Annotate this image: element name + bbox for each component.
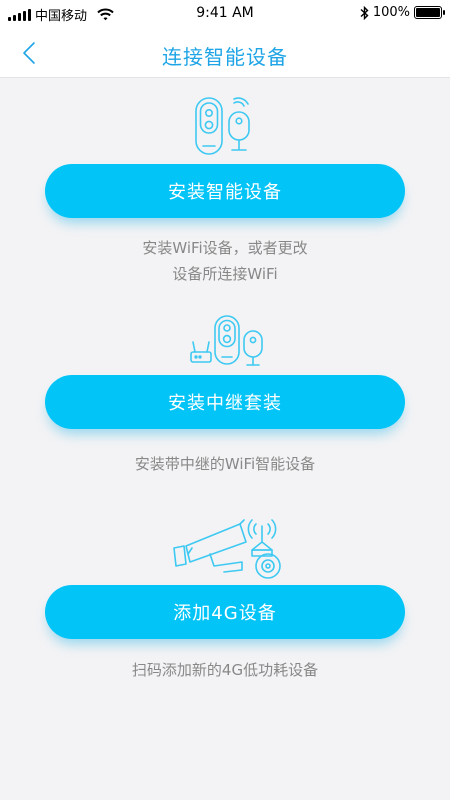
status-bar: 中国移动 9:41 AM 100% — [0, 0, 450, 28]
nav-bar: 连接智能设备 — [0, 28, 450, 78]
add-4g-device-button[interactable]: 添加4G设备 — [45, 585, 405, 639]
repeater-kit-icon — [190, 315, 263, 366]
description-line: 安装带中继的WiFi智能设备 — [134, 455, 316, 473]
description-line: 扫码添加新的4G低功耗设备 — [131, 661, 319, 679]
install-repeater-kit-button[interactable]: 安装中继套装 — [45, 375, 405, 429]
description-line: 安装WiFi设备，或者更改 — [142, 239, 308, 257]
install-smart-device-button[interactable]: 安装智能设备 — [45, 164, 405, 218]
add-4g-device-description: 扫码添加新的4G低功耗设备 — [0, 657, 450, 683]
battery-icon — [414, 6, 445, 19]
install-repeater-kit-description: 安装带中继的WiFi智能设备 — [0, 451, 450, 477]
4g-camera-icon — [173, 519, 281, 579]
battery-level — [416, 8, 440, 17]
page-title: 连接智能设备 — [162, 45, 288, 69]
status-right: 100% — [360, 5, 445, 20]
description-line: 设备所连接WiFi — [172, 265, 278, 283]
doorbell-camera-icon — [195, 97, 250, 155]
battery-percent: 100% — [372, 5, 410, 20]
bluetooth-icon — [360, 5, 369, 20]
install-smart-device-description: 安装WiFi设备，或者更改 设备所连接WiFi — [0, 235, 450, 287]
